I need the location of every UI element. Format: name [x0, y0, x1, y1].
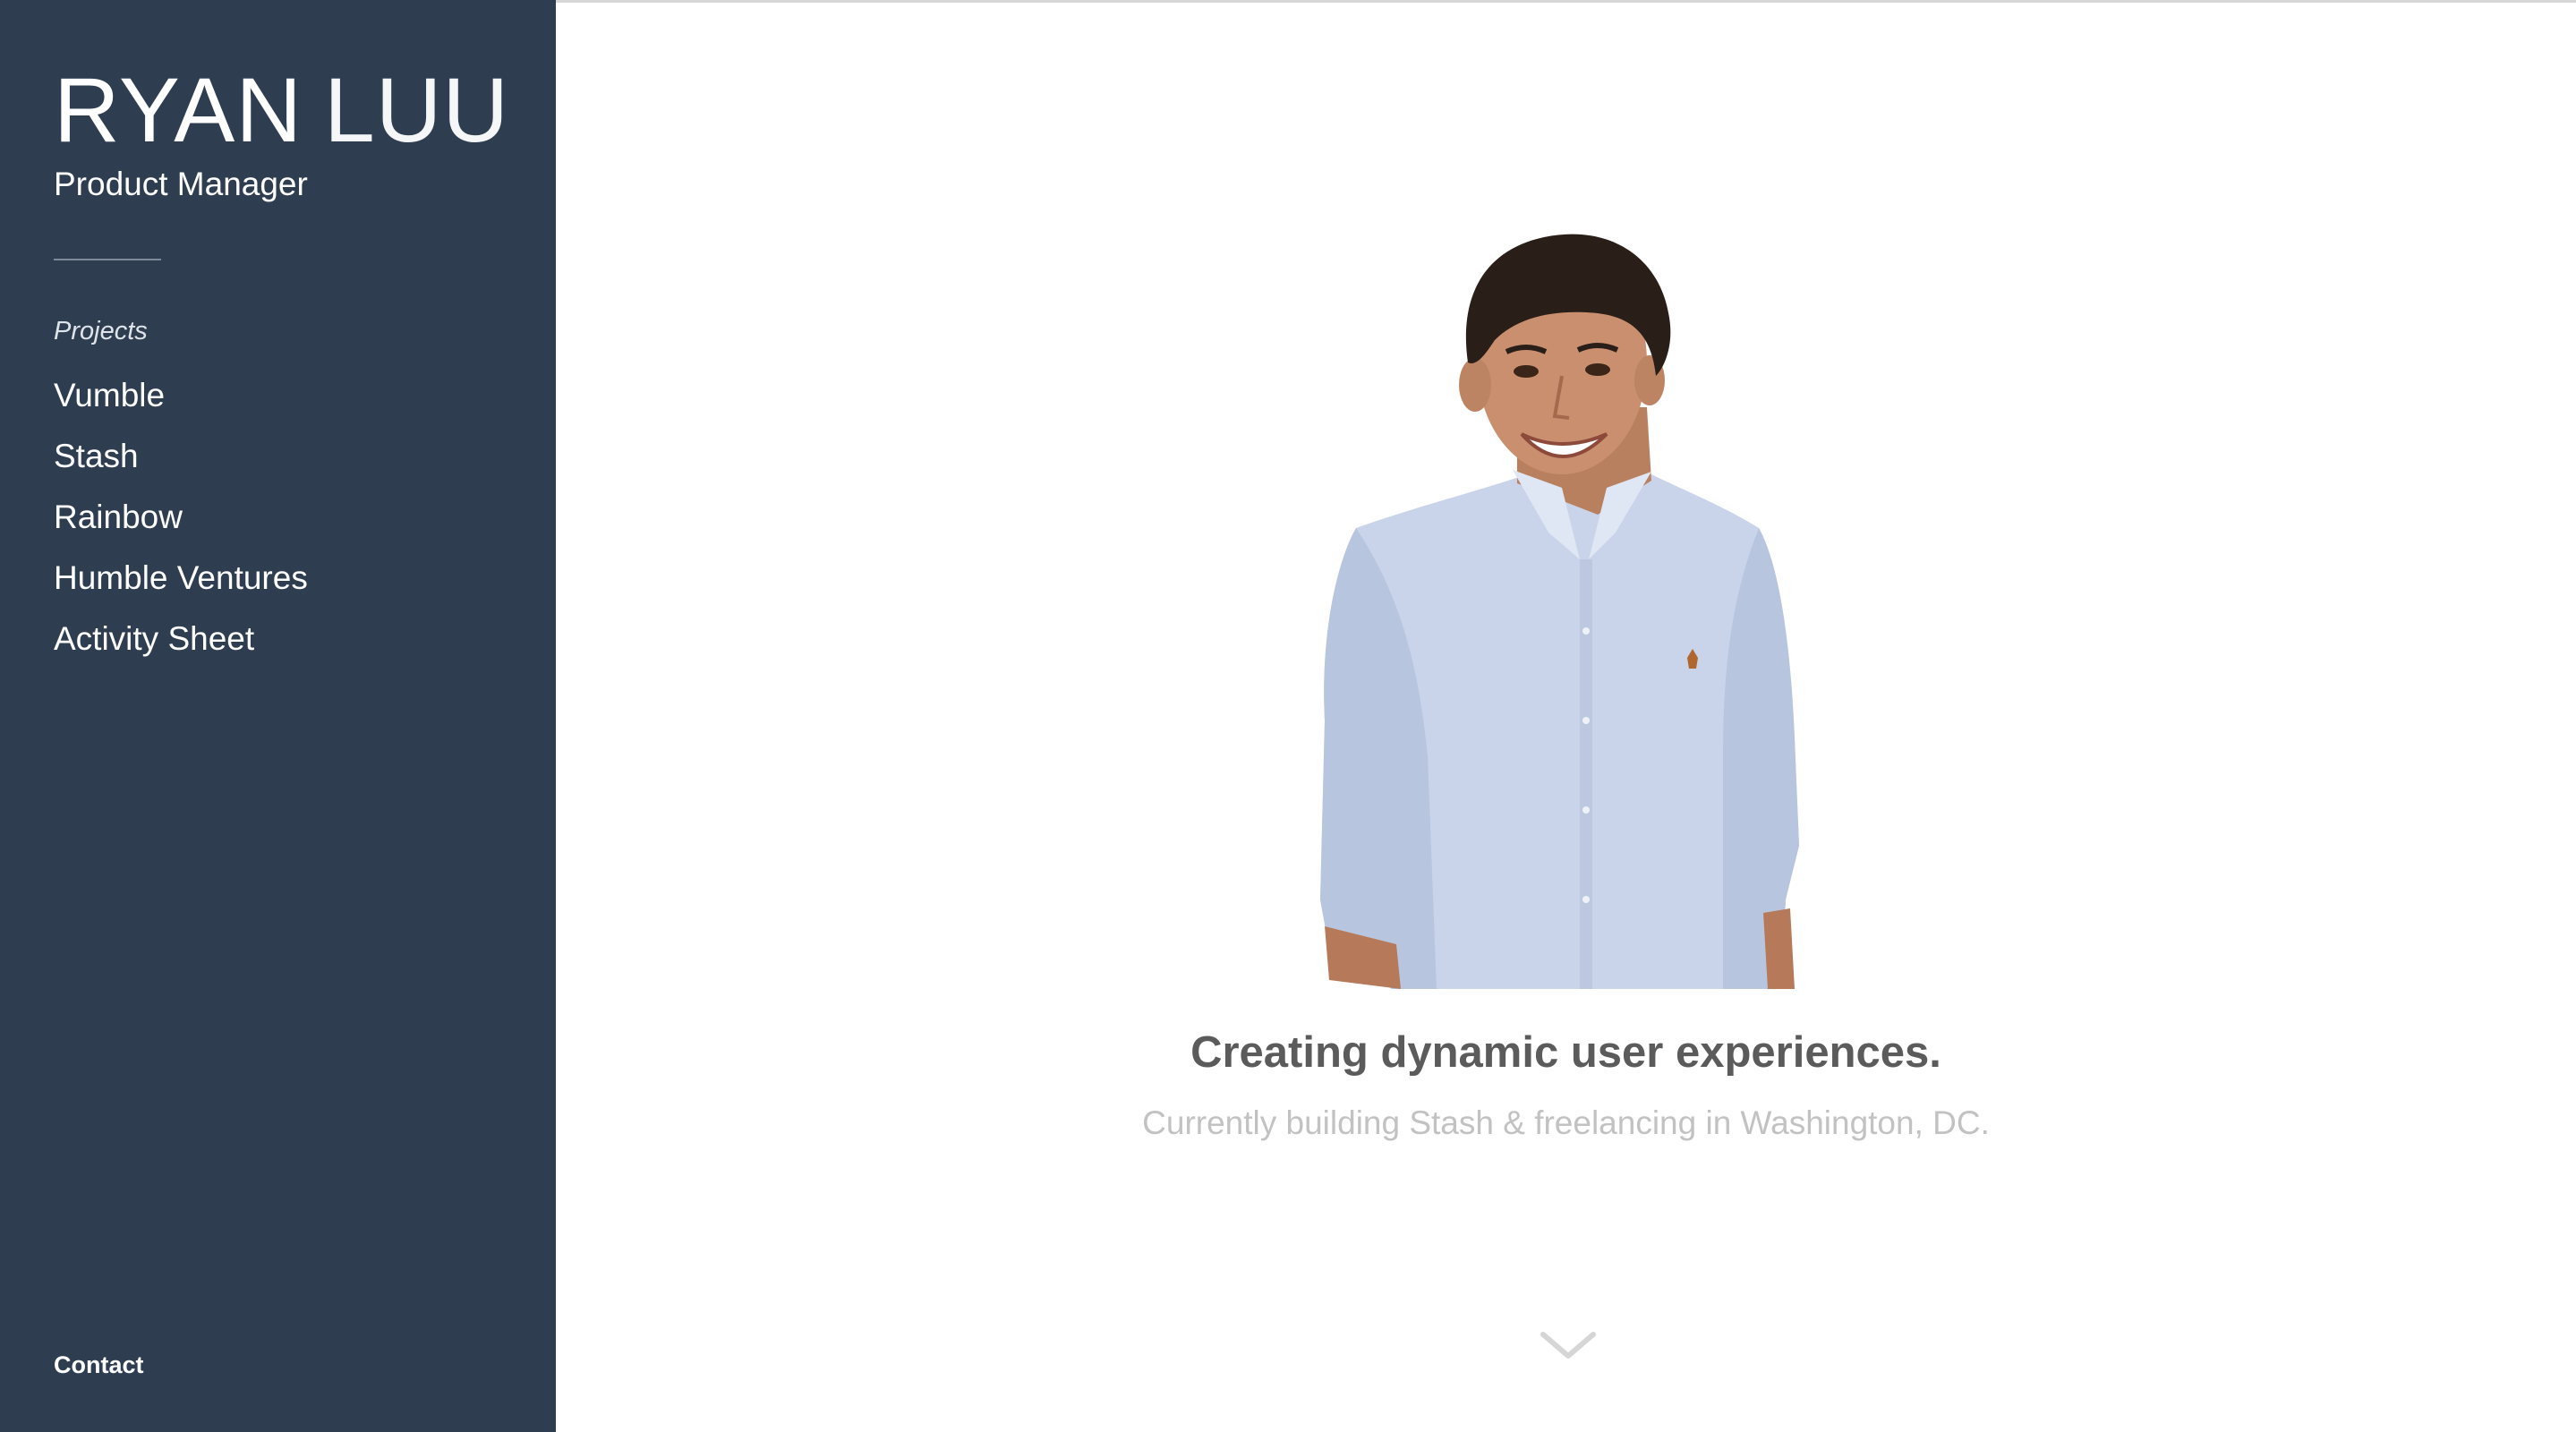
nav-item-rainbow[interactable]: Rainbow	[54, 496, 308, 557]
page: RYAN LUU Product Manager Projects Vumble …	[0, 0, 2576, 1432]
sidebar-divider	[54, 259, 161, 260]
projects-nav: Vumble Stash Rainbow Humble Ventures Act…	[54, 374, 308, 678]
site-logo[interactable]: RYAN LUU	[54, 61, 509, 159]
contact-link[interactable]: Contact	[54, 1350, 144, 1380]
hero-subline: Currently building Stash & freelancing i…	[1142, 1104, 1990, 1141]
portrait-photo	[1320, 234, 1799, 989]
brand-last-name: LUU	[323, 59, 510, 161]
hero-headline: Creating dynamic user experiences.	[1190, 1028, 1941, 1077]
nav-item-stash[interactable]: Stash	[54, 435, 308, 496]
job-title: Product Manager	[54, 166, 308, 202]
projects-section-label: Projects	[54, 317, 148, 345]
nav-item-humble-ventures[interactable]: Humble Ventures	[54, 557, 308, 618]
top-border	[556, 0, 2576, 3]
brand-first-name: RYAN	[54, 59, 303, 161]
chevron-down-icon[interactable]	[1540, 1329, 1597, 1361]
nav-item-activity-sheet[interactable]: Activity Sheet	[54, 618, 308, 678]
sidebar: RYAN LUU Product Manager Projects Vumble …	[0, 0, 556, 1432]
nav-item-vumble[interactable]: Vumble	[54, 374, 308, 435]
